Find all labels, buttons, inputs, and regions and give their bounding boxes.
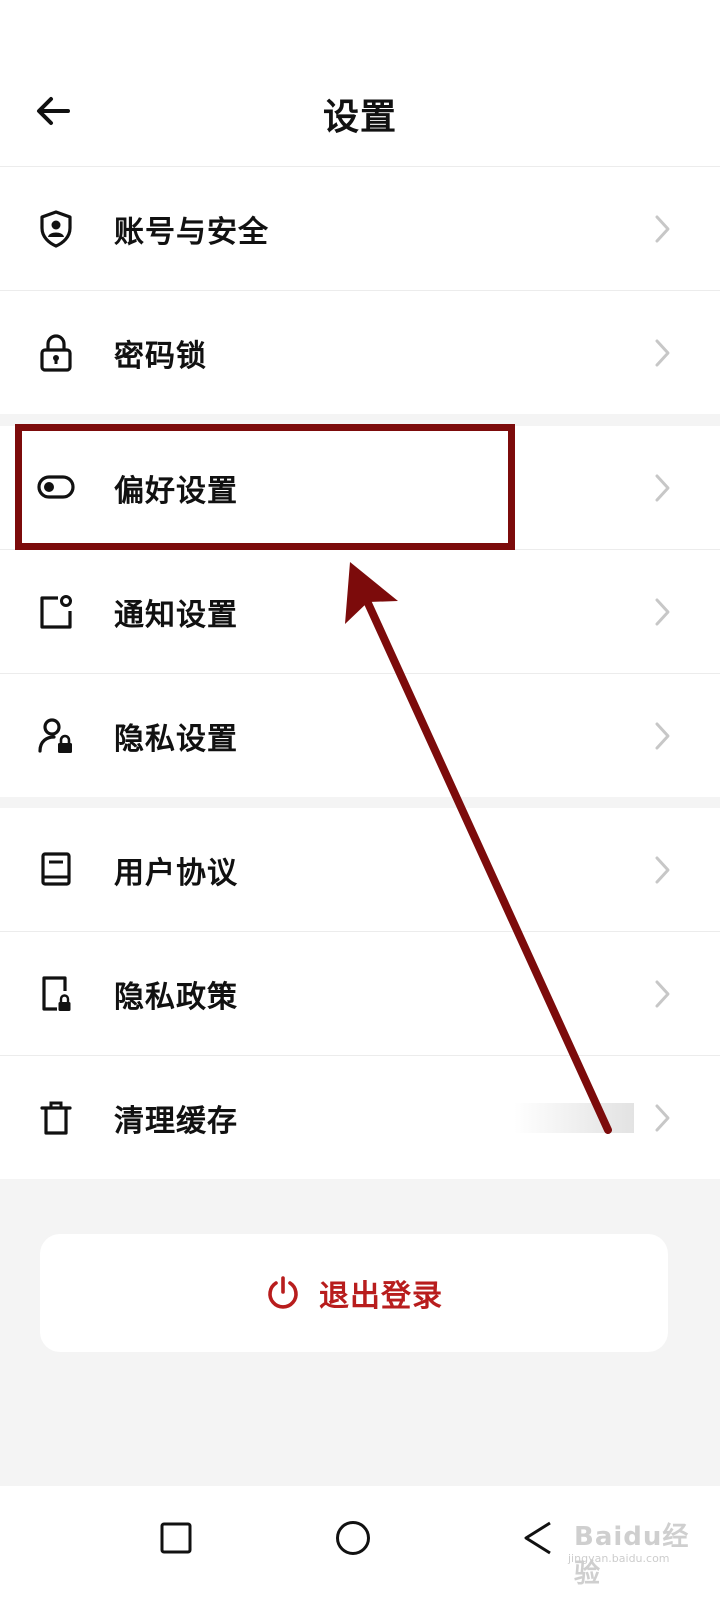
chevron-right-icon xyxy=(655,980,670,1007)
menu-item-label: 用户协议 xyxy=(114,855,238,891)
recents-button[interactable] xyxy=(146,1508,206,1568)
chevron-right-icon xyxy=(655,856,670,883)
watermark: Baidu经验 jingyan.baidu.com xyxy=(548,1506,708,1589)
menu-item-account-security[interactable]: 账号与安全 xyxy=(0,167,720,291)
menu-item-notifications[interactable]: 通知设置 xyxy=(0,550,720,674)
menu-item-label: 通知设置 xyxy=(114,597,238,633)
chevron-right-icon xyxy=(655,474,670,501)
settings-group-account: 账号与安全 密码锁 xyxy=(0,167,720,414)
logout-label: 退出登录 xyxy=(319,1279,443,1314)
menu-item-label: 偏好设置 xyxy=(114,473,238,509)
page-title: 设置 xyxy=(322,97,397,138)
chevron-right-icon xyxy=(655,722,670,749)
lock-icon xyxy=(36,333,76,373)
toggle-icon xyxy=(36,468,76,508)
menu-item-label: 密码锁 xyxy=(114,338,207,374)
menu-item-user-agreement[interactable]: 用户协议 xyxy=(0,808,720,932)
book-icon xyxy=(36,850,76,890)
circle-icon xyxy=(336,1521,370,1555)
power-icon xyxy=(268,1276,298,1309)
menu-item-clear-cache[interactable]: 清理缓存 xyxy=(0,1056,720,1179)
privacy-doc-icon xyxy=(36,974,76,1014)
menu-item-label: 隐私政策 xyxy=(114,979,238,1015)
menu-item-label: 清理缓存 xyxy=(114,1103,238,1139)
cache-size-value xyxy=(514,1102,634,1133)
menu-item-label: 账号与安全 xyxy=(114,214,269,250)
app-header: 设置 xyxy=(0,0,720,167)
menu-item-privacy-settings[interactable]: 隐私设置 xyxy=(0,674,720,797)
watermark-sub: jingyan.baidu.com xyxy=(568,1552,670,1565)
chevron-right-icon xyxy=(655,339,670,366)
settings-group-legal: 用户协议 隐私政策 清理缓存 xyxy=(0,808,720,1179)
home-button[interactable] xyxy=(323,1508,383,1568)
menu-item-preferences[interactable]: 偏好设置 xyxy=(0,426,720,550)
shield-user-icon xyxy=(36,209,76,249)
menu-item-privacy-policy[interactable]: 隐私政策 xyxy=(0,932,720,1056)
notification-icon xyxy=(36,592,76,632)
chevron-right-icon xyxy=(655,1104,670,1131)
logout-button[interactable]: 退出登录 xyxy=(40,1234,668,1352)
user-lock-icon xyxy=(36,716,76,756)
chevron-right-icon xyxy=(655,215,670,242)
menu-item-label: 隐私设置 xyxy=(114,721,238,757)
settings-group-preferences: 偏好设置 通知设置 隐私设置 xyxy=(0,426,720,797)
trash-icon xyxy=(36,1098,76,1138)
chevron-right-icon xyxy=(655,598,670,625)
menu-item-password-lock[interactable]: 密码锁 xyxy=(0,291,720,414)
square-icon xyxy=(160,1522,192,1554)
